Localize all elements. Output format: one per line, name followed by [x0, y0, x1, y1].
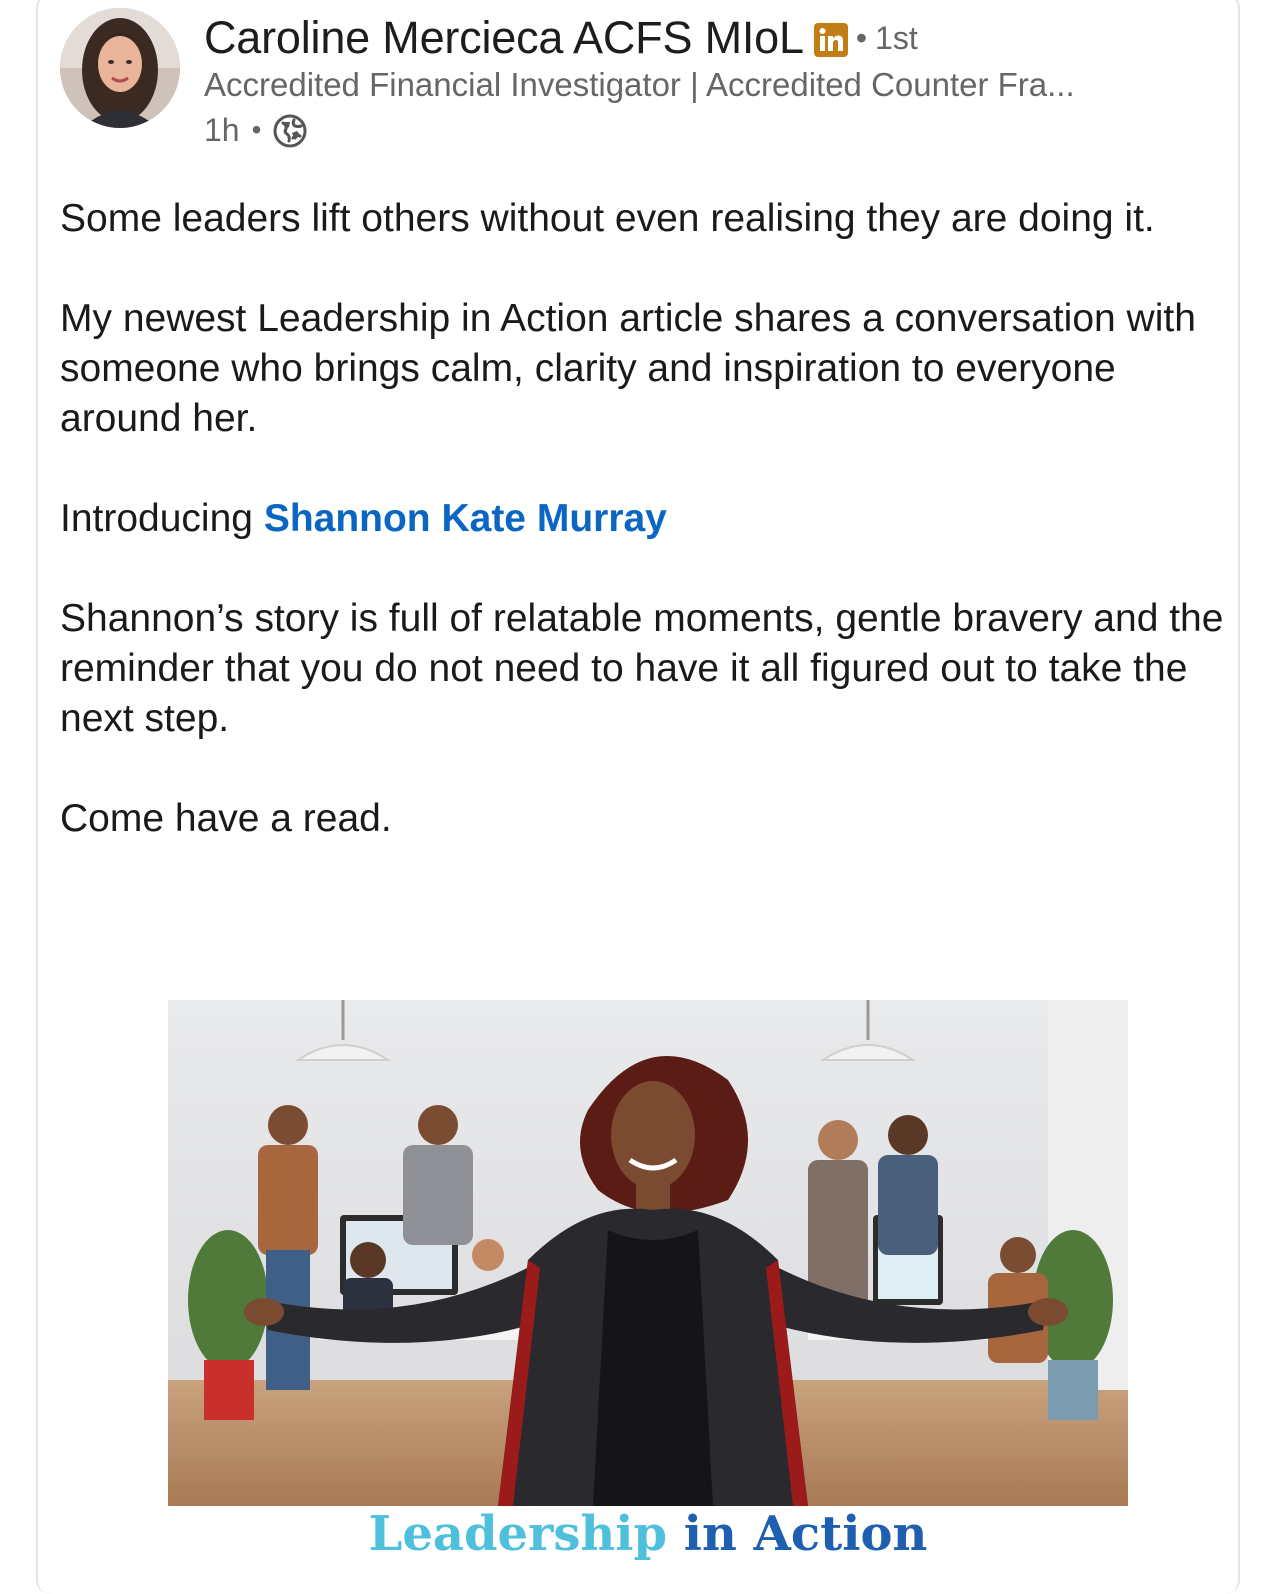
post-paragraph: Some leaders lift others without even re… — [60, 197, 1155, 240]
post-time: 1h — [204, 111, 240, 148]
meta-separator: • — [251, 114, 262, 145]
post-paragraph: Shannon’s story is full of relatable mom… — [60, 597, 1224, 740]
post-paragraph: My newest Leadership in Action article s… — [60, 297, 1196, 440]
caption-rest: in Action — [667, 1506, 928, 1562]
author-name[interactable]: Caroline Mercieca ACFS MIoL — [204, 12, 804, 64]
connection-degree: 1st — [875, 19, 918, 56]
author-headline: Accredited Financial Investigator | Accr… — [204, 66, 1075, 103]
office-illustration — [168, 1000, 1128, 1506]
globe-icon — [273, 112, 307, 148]
author-line: Caroline Mercieca ACFS MIoL • 1st — [204, 12, 918, 64]
post-image[interactable] — [168, 1000, 1128, 1506]
author-avatar[interactable] — [60, 8, 180, 128]
linkedin-premium-icon — [813, 23, 848, 57]
intro-text: Introducing — [60, 497, 264, 540]
post-meta: 1h • — [204, 108, 307, 152]
media-caption: Leadership in Action — [168, 1502, 1128, 1566]
mention-link[interactable]: Shannon Kate Murray — [264, 497, 667, 540]
caption-lead: Leadership — [368, 1506, 668, 1562]
post-paragraph: Introducing Shannon Kate Murray — [60, 494, 1230, 544]
avatar-photo — [60, 8, 180, 128]
connection-separator: • — [855, 19, 868, 56]
post-body: Some leaders lift others without even re… — [60, 194, 1230, 894]
post-paragraph: Come have a read. — [60, 797, 392, 840]
